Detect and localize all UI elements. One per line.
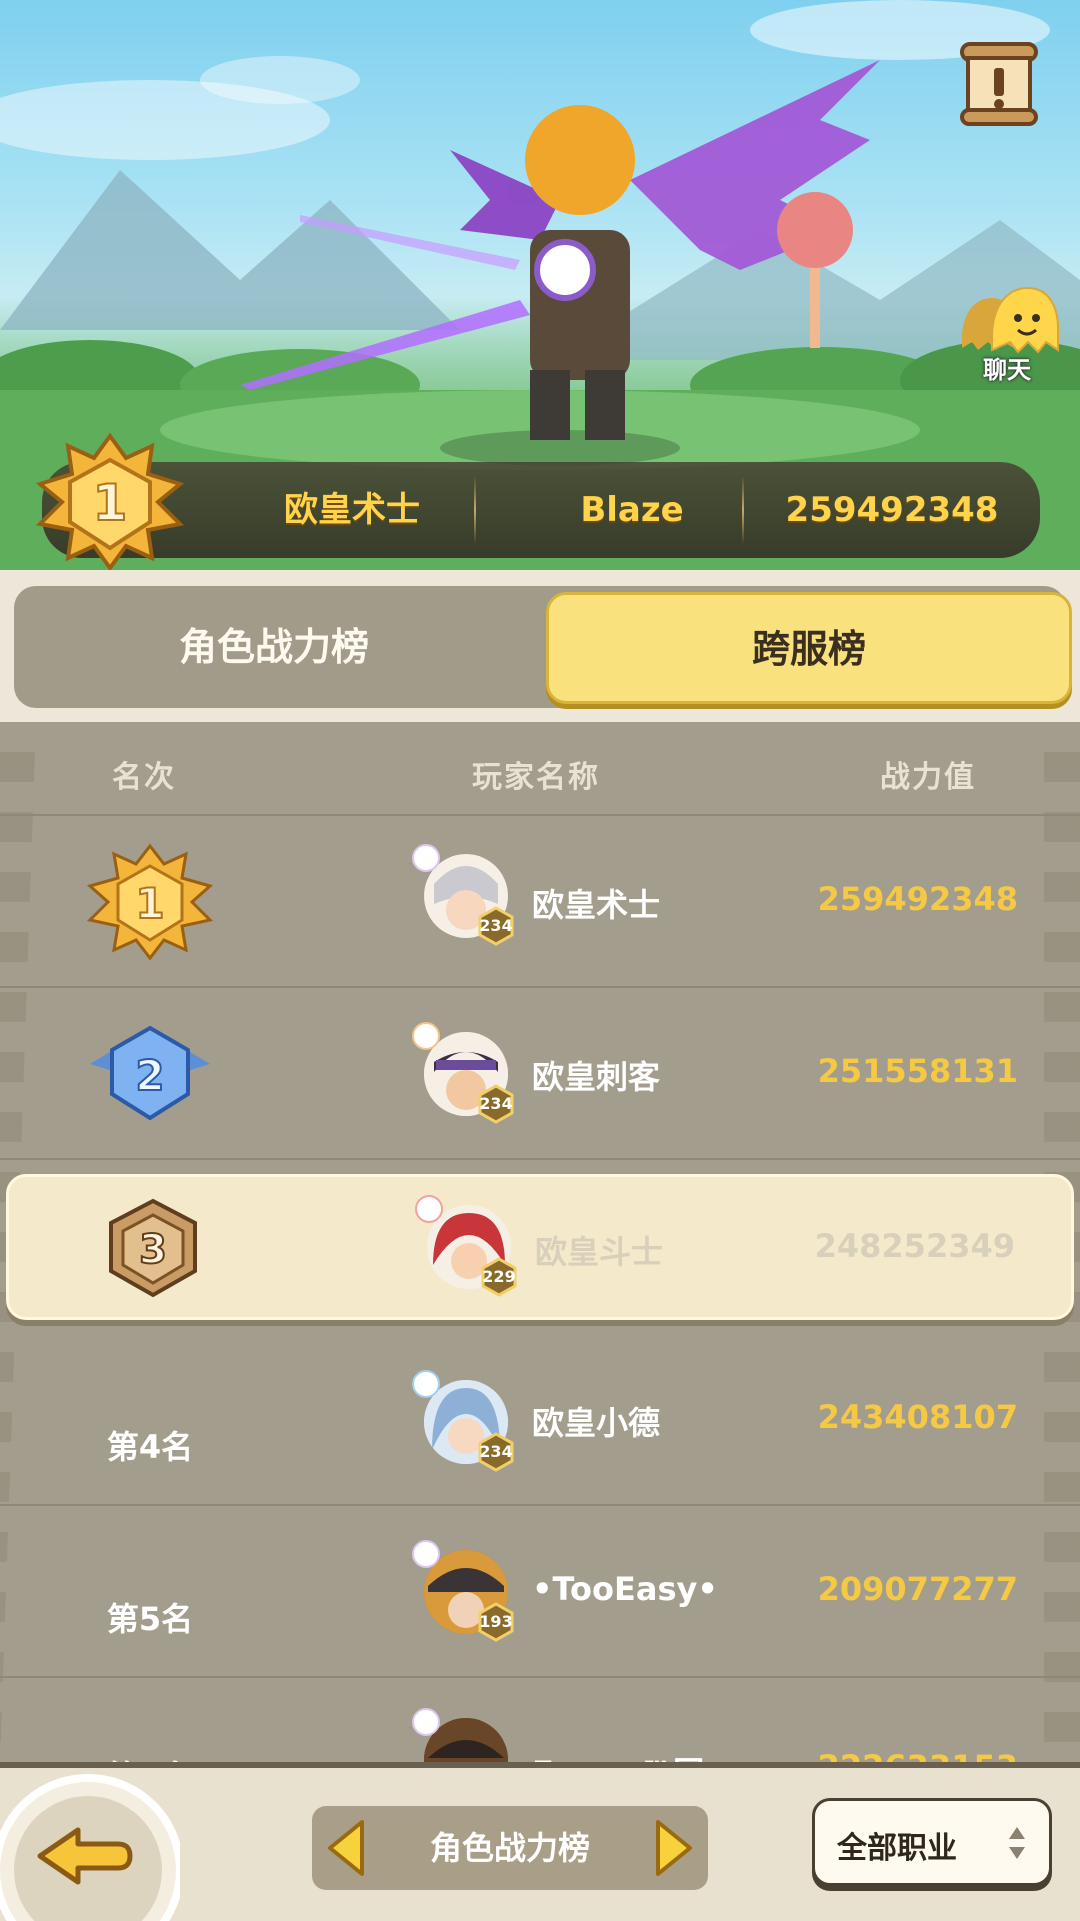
mage-class-icon — [412, 844, 440, 872]
player-power: 209077277 — [817, 1570, 1018, 1608]
player-power: 248252349 — [814, 1227, 1015, 1265]
fighter-class-icon — [415, 1195, 443, 1223]
arrow-left-icon — [328, 1820, 364, 1876]
player-avatar[interactable]: 229 — [415, 1195, 519, 1297]
druid-class-icon — [412, 1370, 440, 1398]
champion-rank-medal: 1 — [30, 432, 190, 572]
switcher-next-button[interactable] — [650, 1818, 698, 1878]
svg-text:2: 2 — [135, 1051, 164, 1100]
player-name: 欧皇斗士 — [535, 1233, 664, 1271]
mage-class-icon — [412, 1540, 440, 1568]
bronze-medal-icon: 3 — [109, 1198, 197, 1298]
svg-text:3: 3 — [139, 1227, 167, 1273]
player-avatar[interactable] — [412, 1708, 514, 1762]
gold-medal-icon: 1 — [86, 843, 214, 961]
rank-2-medal: 2 — [80, 1014, 220, 1134]
level-badge: 229 — [479, 1257, 519, 1297]
ranking-row-5[interactable]: 第5名 193 •TooEasy• 209077277 — [0, 1506, 1080, 1678]
notice-scroll-button[interactable] — [954, 38, 1044, 128]
header-rank: 名次 — [112, 760, 176, 795]
level-badge: 193 — [476, 1602, 516, 1642]
rank-label: 第5名 — [106, 1600, 194, 1638]
sort-updown-icon — [1009, 1827, 1025, 1859]
level-badge: 234 — [476, 1432, 516, 1472]
player-power: 259492348 — [817, 880, 1018, 918]
assassin-class-icon — [412, 1022, 440, 1050]
svg-text:1: 1 — [93, 474, 128, 532]
mage-class-icon — [412, 1708, 440, 1736]
player-power: 251558131 — [817, 1052, 1018, 1090]
champion-bar: 欧皇术士 Blaze 259492348 — [42, 462, 1040, 558]
level-badge: 234 — [476, 906, 516, 946]
player-power: 243408107 — [817, 1398, 1018, 1436]
player-name: •TooEasy• — [532, 1570, 718, 1608]
ranking-row-3[interactable]: 3 229 欧皇斗士 248252349 — [6, 1174, 1074, 1320]
chat-button[interactable]: 聊天 — [952, 280, 1062, 390]
job-filter-label: 全部职业 — [837, 1831, 957, 1866]
player-name: 欧皇小德 — [532, 1404, 661, 1442]
champion-power: 259492348 — [785, 490, 999, 530]
ranking-type-switcher: 角色战力榜 — [312, 1806, 708, 1890]
gold-crown-medal-icon: 1 — [35, 432, 185, 572]
switcher-label: 角色战力榜 — [429, 1829, 590, 1867]
tab-group: 角色战力榜 跨服榜 — [14, 586, 1072, 708]
scroll-exclamation-icon — [960, 42, 1038, 126]
player-avatar[interactable]: 234 — [412, 1370, 516, 1472]
player-avatar[interactable]: 193 — [412, 1540, 516, 1642]
chat-ghost-icon — [962, 286, 1059, 354]
arrow-right-icon — [656, 1820, 692, 1876]
tab-cross-server[interactable]: 跨服榜 — [546, 592, 1072, 704]
champion-guild: Blaze — [580, 490, 684, 530]
ranking-row-2[interactable]: 2 234 欧皇刺客 251558131 — [0, 988, 1080, 1160]
back-arrow-icon — [0, 1774, 184, 1921]
player-name: 欧皇术士 — [532, 886, 661, 924]
tab-role-power[interactable]: 角色战力榜 — [14, 586, 534, 708]
tab-bar: 角色战力榜 跨服榜 — [0, 570, 1080, 722]
back-button[interactable] — [0, 1764, 184, 1921]
rank-label: 第4名 — [106, 1428, 194, 1466]
svg-text:1: 1 — [135, 879, 164, 928]
ranking-row-1[interactable]: 1 234 欧皇术士 259492348 — [0, 816, 1080, 988]
ranking-row-6[interactable]: 第6名 Eeeee™冈 222633153 — [0, 1678, 1080, 1762]
header-player: 玩家名称 — [472, 760, 600, 795]
rank-1-medal: 1 — [80, 842, 220, 962]
player-name: 欧皇刺客 — [532, 1058, 661, 1096]
level-badge: 234 — [476, 1084, 516, 1124]
player-avatar[interactable]: 234 — [412, 844, 516, 946]
silver-medal-icon: 2 — [90, 1025, 210, 1121]
player-name: Eeeee™冈 — [532, 1748, 705, 1762]
rank-label: 第6名 — [70, 1752, 230, 1762]
switcher-prev-button[interactable] — [322, 1818, 370, 1878]
rank-3-medal: 3 — [83, 1189, 223, 1309]
player-avatar[interactable]: 234 — [412, 1022, 516, 1124]
header-power: 战力值 — [880, 760, 976, 795]
ranking-row-4[interactable]: 第4名 234 欧皇小德 243408107 — [0, 1334, 1080, 1506]
ranking-list[interactable]: 名次 玩家名称 战力值 1 234 欧皇术士 259492348 2 234 欧… — [0, 722, 1080, 1762]
champion-name: 欧皇术士 — [284, 490, 420, 530]
ranking-header: 名次 玩家名称 战力值 — [0, 722, 1080, 816]
player-power: 222633153 — [818, 1748, 1018, 1762]
job-filter-dropdown[interactable]: 全部职业 — [812, 1798, 1052, 1886]
chat-label: 聊天 — [983, 356, 1031, 384]
